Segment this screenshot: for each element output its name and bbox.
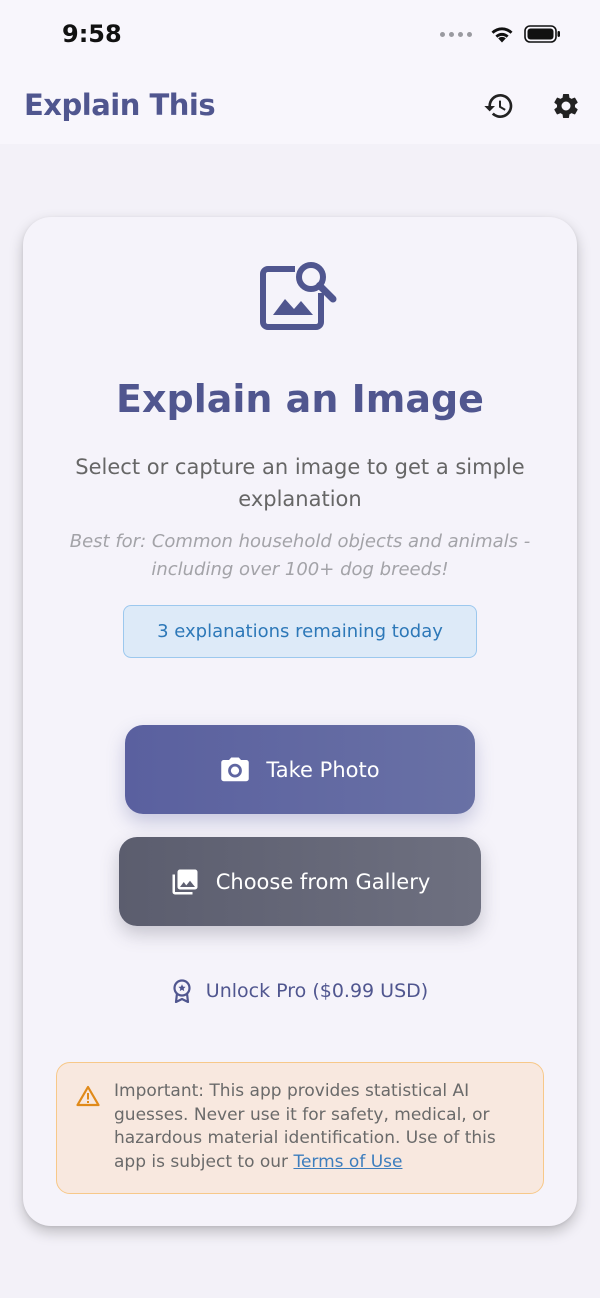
app-bar: Explain This [0, 68, 600, 144]
wifi-icon [491, 27, 513, 43]
card-subtitle: Select or capture an image to get a simp… [75, 455, 525, 511]
best-for-note: Best for: Common household objects and a… [69, 531, 531, 580]
gear-icon [554, 93, 578, 118]
choose-from-gallery-button[interactable]: Choose from Gallery [119, 837, 481, 926]
warning-box: Important: This app provides statistical… [56, 1062, 544, 1194]
battery-icon [524, 25, 560, 43]
choose-from-gallery-label: Choose from Gallery [215, 869, 431, 894]
settings-button[interactable] [548, 88, 584, 124]
unlock-pro-button[interactable]: Unlock Pro ($0.99 USD) [23, 979, 577, 1003]
status-bar: 9:58 [0, 0, 600, 68]
main-card: Explain an Image Select or capture an im… [23, 217, 577, 1226]
status-icons [440, 24, 562, 44]
warning-text: Important: This app provides statistical… [114, 1080, 524, 1174]
remaining-count-badge: 3 explanations remaining today [123, 605, 477, 658]
warning-icon [76, 1085, 100, 1107]
unlock-pro-label: Unlock Pro ($0.99 USD) [205, 980, 429, 1002]
badge-icon [173, 979, 191, 1003]
take-photo-label: Take Photo [266, 757, 380, 782]
history-button[interactable] [481, 88, 517, 124]
take-photo-button[interactable]: Take Photo [125, 725, 475, 814]
terms-of-use-link[interactable]: Terms of Use [293, 1152, 402, 1172]
app-title: Explain This [24, 88, 216, 122]
history-icon [484, 94, 513, 118]
signal-dots-icon [440, 31, 472, 37]
card-title: Explain an Image [116, 377, 484, 421]
camera-icon [221, 757, 250, 781]
photo-library-icon [172, 869, 198, 894]
image-search-icon [260, 262, 337, 330]
status-time: 9:58 [62, 20, 122, 48]
